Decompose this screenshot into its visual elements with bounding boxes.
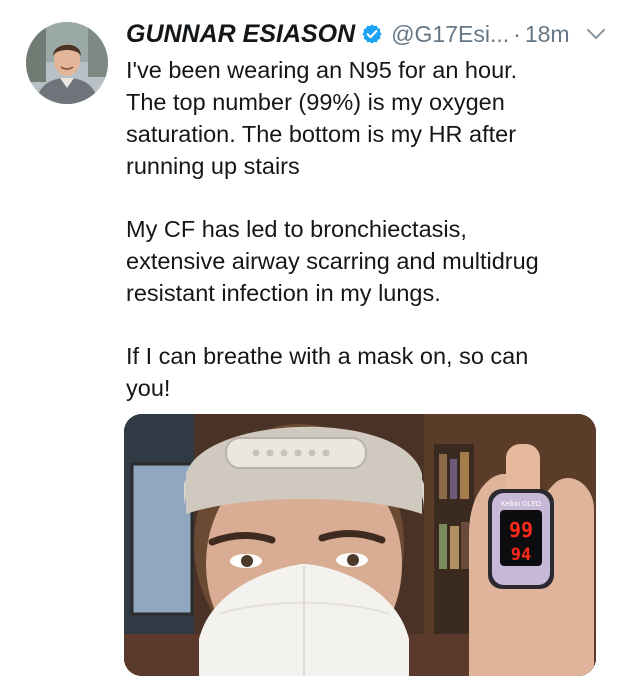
text-line: The top number (99%) is my oxygen: [126, 89, 505, 115]
selfie-photo: Kelkin OLED 99 94: [124, 414, 596, 676]
text-line: extensive airway scarring and multidrug: [126, 248, 539, 274]
display-name[interactable]: GUNNAR ESIASON: [126, 20, 355, 49]
timestamp[interactable]: 18m: [525, 21, 570, 48]
text-line: If I can breathe with a mask on, so can: [126, 343, 529, 369]
oximeter-spo2-readout: 99: [509, 518, 533, 542]
verified-badge-icon: [362, 24, 382, 44]
tweet-text: I've been wearing an N95 for an hour. Th…: [126, 54, 596, 404]
tweet-photo[interactable]: Kelkin OLED 99 94: [124, 414, 596, 676]
author-handle[interactable]: @G17Esi...: [391, 21, 509, 48]
text-line: saturation. The bottom is my HR after: [126, 121, 517, 147]
separator-dot: ·: [513, 20, 521, 47]
text-line: resistant infection in my lungs.: [126, 280, 441, 306]
chevron-down-icon[interactable]: [586, 27, 606, 41]
oximeter-hr-readout: 94: [511, 545, 531, 565]
text-line: running up stairs: [126, 153, 300, 179]
paragraph-3: If I can breathe with a mask on, so can …: [126, 340, 596, 404]
text-line: I've been wearing an N95 for an hour.: [126, 57, 518, 83]
text-line: My CF has led to bronchiectasis,: [126, 216, 467, 242]
tweet-card: GUNNAR ESIASON @G17Esi... · 18m I've bee…: [0, 0, 620, 680]
avatar-image: [26, 22, 108, 104]
oximeter-brand-label: Kelkin OLED: [501, 501, 541, 508]
text-line: you!: [126, 375, 171, 401]
tweet-header: GUNNAR ESIASON @G17Esi... · 18m: [126, 16, 606, 52]
paragraph-2: My CF has led to bronchiectasis, extensi…: [126, 213, 596, 309]
paragraph-1: I've been wearing an N95 for an hour. Th…: [126, 54, 596, 182]
avatar[interactable]: [26, 22, 108, 104]
